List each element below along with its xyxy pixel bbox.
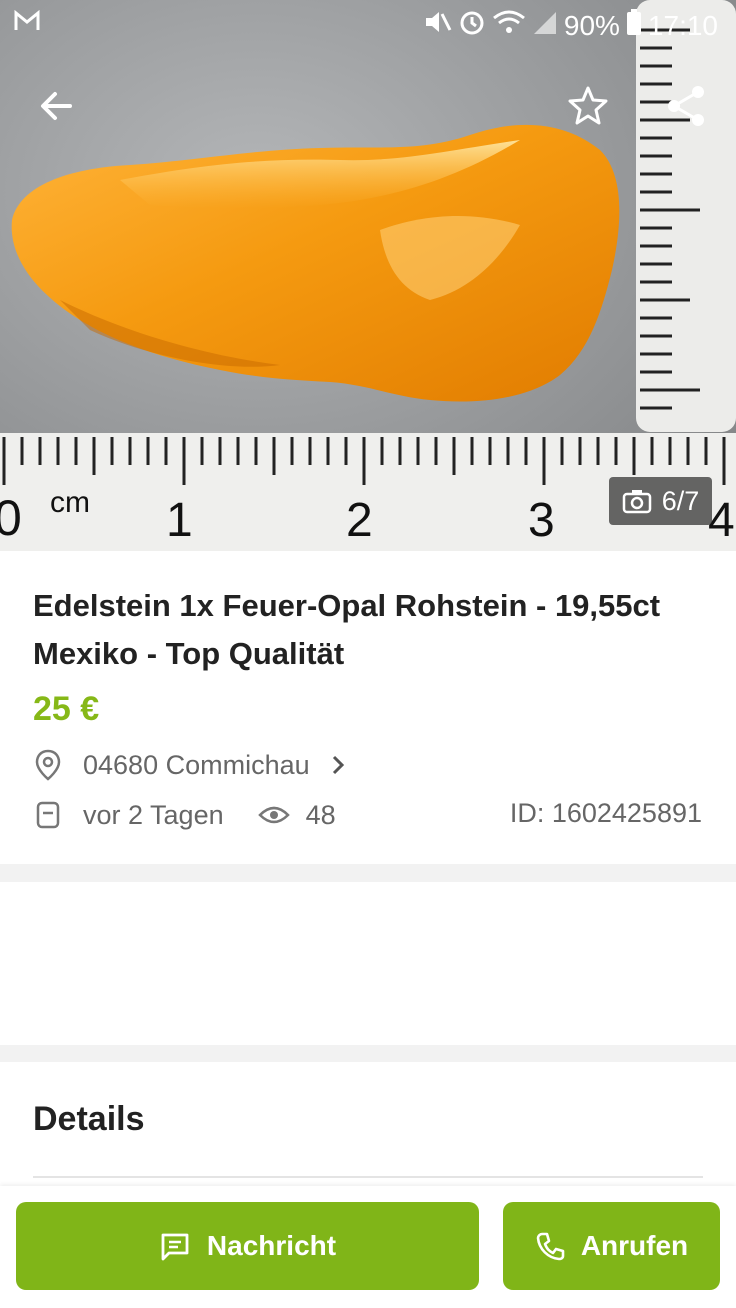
listing-id: ID: 1602425891	[510, 798, 702, 829]
gemstone-image: 0 cm 1 2 3 4	[0, 0, 736, 551]
alarm-icon	[458, 8, 486, 43]
share-icon	[668, 86, 704, 126]
message-icon	[161, 1233, 189, 1261]
location-row[interactable]: 04680 Commichau	[33, 748, 350, 782]
location-text: 04680 Commichau	[83, 749, 310, 780]
svg-text:1: 1	[166, 494, 193, 547]
meta-row: vor 2 Tagen 48	[33, 798, 336, 832]
image-counter: 6/7	[609, 477, 712, 525]
eye-icon	[257, 806, 290, 824]
location-pin-icon	[35, 749, 61, 781]
favorite-button[interactable]	[556, 74, 620, 138]
camera-icon	[622, 490, 651, 514]
empty-section	[0, 882, 736, 1045]
listing-id-text: ID: 1602425891	[509, 798, 702, 828]
clock: 17:10	[647, 9, 718, 41]
wifi-icon	[492, 8, 526, 43]
product-photo[interactable]: 0 cm 1 2 3 4	[0, 0, 736, 551]
message-button[interactable]: Nachricht	[16, 1202, 479, 1290]
chevron-right-icon	[332, 755, 344, 775]
share-button[interactable]	[654, 74, 718, 138]
mute-icon	[422, 8, 452, 43]
listing-price: 25 €	[33, 690, 100, 728]
svg-text:2: 2	[346, 494, 373, 547]
image-counter-text: 6/7	[661, 485, 700, 516]
phone-icon	[536, 1232, 565, 1261]
call-button[interactable]: Anrufen	[503, 1202, 720, 1290]
battery-level: 90%	[563, 9, 620, 41]
svg-text:3: 3	[528, 494, 555, 547]
signal-icon	[532, 8, 558, 43]
back-arrow-icon	[41, 92, 72, 120]
svg-text:cm: cm	[50, 486, 90, 519]
details-heading: Details	[33, 1100, 145, 1138]
status-bar: 90% 17:10	[0, 0, 736, 50]
back-button[interactable]	[24, 74, 88, 138]
svg-text:4: 4	[708, 494, 735, 547]
divider	[33, 1176, 703, 1178]
view-count: 48	[305, 799, 336, 830]
gmail-icon	[14, 9, 40, 37]
call-button-label: Anrufen	[580, 1230, 689, 1261]
posted-date: vor 2 Tagen	[83, 799, 224, 830]
svg-text:0: 0	[0, 490, 22, 546]
battery-icon	[626, 8, 642, 43]
calendar-icon	[36, 801, 60, 829]
star-icon	[568, 86, 608, 125]
listing-title: Edelstein 1x Feuer-Opal Rohstein - 19,55…	[33, 588, 661, 671]
message-button-label: Nachricht	[206, 1230, 337, 1261]
